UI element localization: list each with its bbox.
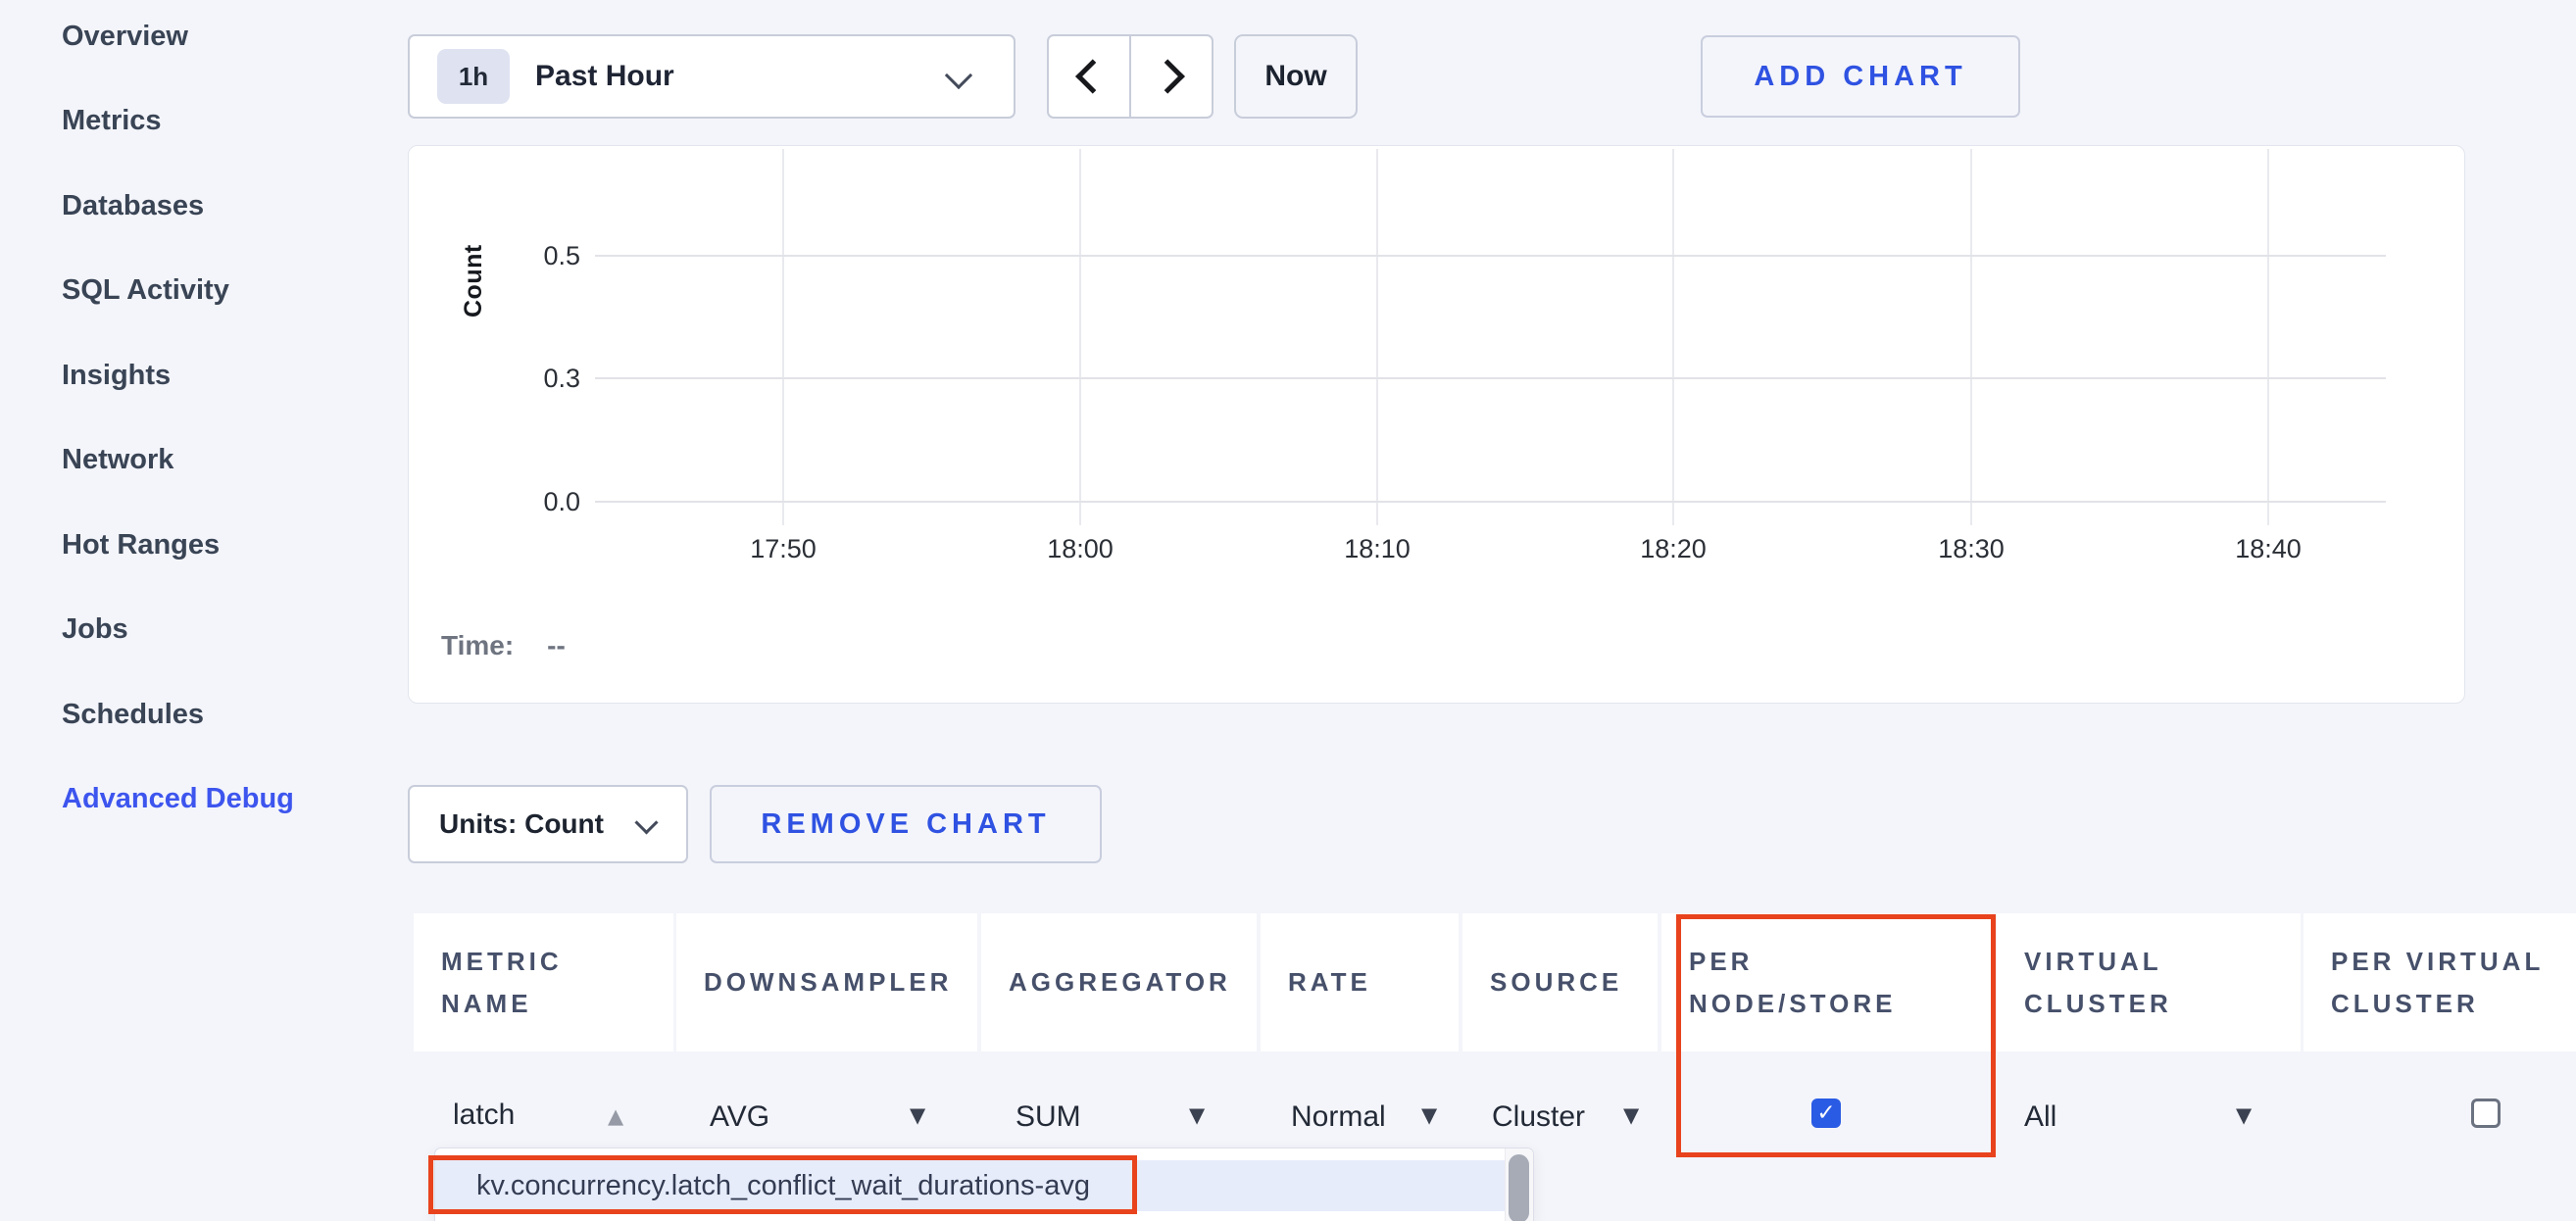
hover-time-readout: Time: -- — [441, 630, 566, 661]
add-chart-button[interactable]: ADD CHART — [1701, 35, 2020, 118]
y-axis-label: Count — [460, 215, 488, 317]
header-line: RATE — [1288, 961, 1459, 1003]
x-tick-label: 18:30 — [1938, 534, 2005, 564]
chevron-down-icon[interactable]: ▼ — [1189, 1103, 1205, 1127]
y-tick-label: 0.0 — [497, 487, 580, 517]
metric-autocomplete-dropdown: kv.concurrency.latch_conflict_wait_durat… — [434, 1148, 1534, 1221]
column-header-per-virtual-cluster: PER VIRTUAL CLUSTER — [2304, 913, 2576, 1051]
y-tick-label: 0.3 — [497, 364, 580, 394]
chart-card: Count 0.5 0.3 0.0 17:50 18:00 18:10 18:2… — [408, 145, 2465, 704]
time-range-badge: 1h — [437, 49, 510, 104]
chevron-down-icon[interactable]: ▼ — [2236, 1103, 2252, 1127]
sidebar-nav: Overview Metrics Databases SQL Activity … — [0, 0, 392, 842]
virtual-cluster-select[interactable]: All — [2024, 1098, 2056, 1137]
sidebar-item-databases[interactable]: Databases — [0, 164, 392, 249]
hover-time-value: -- — [547, 630, 566, 660]
chart-plot-area[interactable] — [595, 149, 2386, 525]
header-line: VIRTUAL — [2024, 941, 2301, 983]
y-tick-label: 0.5 — [497, 241, 580, 271]
prev-range-button[interactable] — [1049, 36, 1131, 117]
sidebar-item-hot-ranges[interactable]: Hot Ranges — [0, 503, 392, 588]
header-line: CLUSTER — [2331, 983, 2576, 1025]
header-line: NODE/STORE — [1689, 983, 1993, 1025]
sidebar-item-jobs[interactable]: Jobs — [0, 588, 392, 673]
chevron-down-icon[interactable]: ▼ — [1421, 1103, 1437, 1127]
units-dropdown-label: Units: Count — [439, 808, 604, 840]
header-line: NAME — [441, 983, 673, 1025]
chevron-left-icon — [1075, 59, 1110, 93]
remove-chart-button[interactable]: REMOVE CHART — [710, 785, 1102, 863]
check-icon: ✓ — [1816, 1100, 1835, 1126]
sidebar-item-sql-activity[interactable]: SQL Activity — [0, 249, 392, 334]
sort-up-icon[interactable]: ▲ — [608, 1104, 623, 1128]
source-select[interactable]: Cluster — [1492, 1098, 1585, 1137]
header-line: CLUSTER — [2024, 983, 2301, 1025]
chevron-down-icon — [945, 62, 972, 89]
time-range-dropdown[interactable]: 1h Past Hour — [408, 34, 1016, 119]
column-header-downsampler: DOWNSAMPLER — [676, 913, 977, 1051]
rate-select[interactable]: Normal — [1291, 1098, 1386, 1137]
header-line: DOWNSAMPLER — [704, 961, 977, 1003]
sidebar-item-metrics[interactable]: Metrics — [0, 79, 392, 165]
metric-name-input[interactable] — [453, 1094, 600, 1137]
chevron-down-icon — [634, 810, 658, 834]
x-tick-label: 18:40 — [2235, 534, 2302, 564]
column-header-source: SOURCE — [1462, 913, 1658, 1051]
column-header-rate: RATE — [1261, 913, 1459, 1051]
x-tick-label: 17:50 — [750, 534, 817, 564]
header-line: SOURCE — [1490, 961, 1658, 1003]
chevron-right-icon — [1151, 59, 1185, 93]
column-header-aggregator: AGGREGATOR — [981, 913, 1257, 1051]
header-line: PER — [1689, 941, 1993, 983]
x-tick-label: 18:20 — [1640, 534, 1707, 564]
sidebar-item-overview[interactable]: Overview — [0, 0, 392, 79]
hover-time-label: Time: — [441, 630, 514, 660]
per-virtual-cluster-checkbox[interactable] — [2471, 1099, 2501, 1128]
column-header-per-node-store: PER NODE/STORE — [1661, 913, 1993, 1051]
autocomplete-option-label: kv.concurrency.latch_conflict_wait_durat… — [476, 1170, 1090, 1202]
time-nav-group — [1047, 34, 1214, 119]
scrollbar-track[interactable] — [1505, 1148, 1533, 1221]
autocomplete-option[interactable]: kv.concurrency.latch_conflict_wait_durat… — [435, 1160, 1507, 1211]
x-tick-label: 18:00 — [1047, 534, 1114, 564]
downsampler-select[interactable]: AVG — [710, 1098, 769, 1137]
time-range-label: Past Hour — [535, 60, 674, 93]
chevron-down-icon[interactable]: ▼ — [1623, 1103, 1639, 1127]
sidebar-item-network[interactable]: Network — [0, 418, 392, 504]
x-tick-label: 18:10 — [1344, 534, 1411, 564]
sidebar-item-advanced-debug[interactable]: Advanced Debug — [0, 757, 392, 843]
scrollbar-thumb[interactable] — [1509, 1154, 1529, 1221]
header-line: AGGREGATOR — [1009, 961, 1257, 1003]
now-button[interactable]: Now — [1234, 34, 1358, 119]
sidebar-item-schedules[interactable]: Schedules — [0, 672, 392, 757]
per-node-store-checkbox[interactable]: ✓ — [1811, 1099, 1841, 1128]
header-line: METRIC — [441, 941, 673, 983]
column-header-virtual-cluster: VIRTUAL CLUSTER — [1997, 913, 2301, 1051]
chevron-down-icon[interactable]: ▼ — [910, 1103, 925, 1127]
aggregator-select[interactable]: SUM — [1016, 1098, 1081, 1137]
column-header-metric-name: METRIC NAME — [414, 913, 673, 1051]
units-dropdown[interactable]: Units: Count — [408, 785, 688, 863]
header-line: PER VIRTUAL — [2331, 941, 2576, 983]
next-range-button[interactable] — [1131, 36, 1212, 117]
sidebar-item-insights[interactable]: Insights — [0, 333, 392, 418]
